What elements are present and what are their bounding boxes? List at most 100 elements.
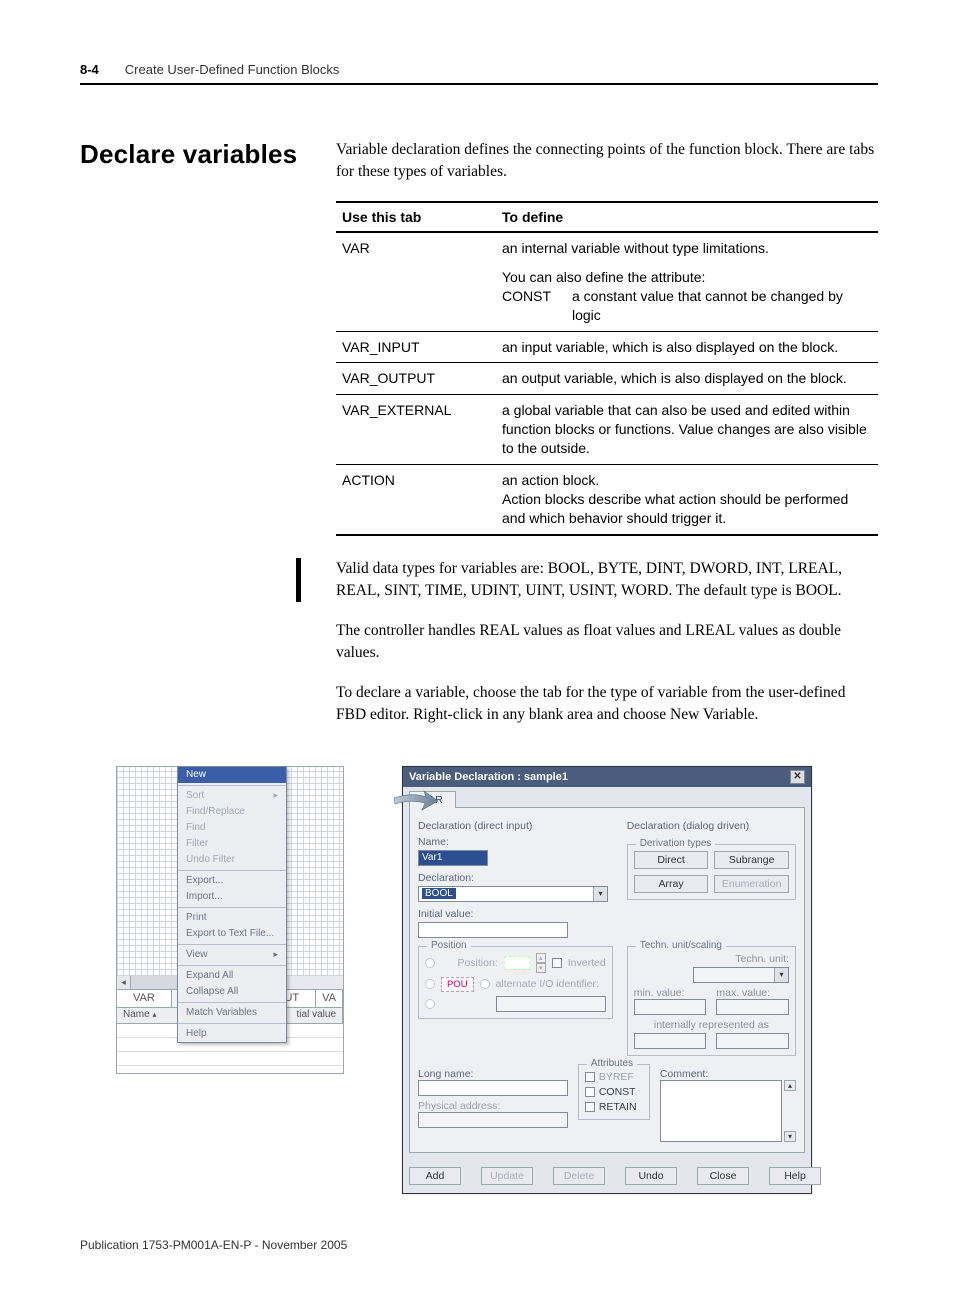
menu-sort[interactable]: Sort bbox=[178, 788, 286, 804]
help-button[interactable]: Help bbox=[769, 1167, 821, 1185]
alternate-io-field[interactable] bbox=[496, 996, 606, 1012]
dialog-title: Variable Declaration : sample1 bbox=[409, 771, 568, 783]
tab-va[interactable]: VA bbox=[316, 990, 343, 1007]
cell-tab: VAR_OUTPUT bbox=[336, 363, 496, 395]
table-row: VAR_OUTPUT an output variable, which is … bbox=[336, 363, 878, 395]
context-menu: New Sort Find/Replace Find Filter Undo F… bbox=[177, 766, 287, 1043]
max-value-field[interactable] bbox=[716, 999, 789, 1015]
datatypes-paragraph: Valid data types for variables are: BOOL… bbox=[336, 558, 878, 602]
enumeration-button[interactable]: Enumeration bbox=[714, 875, 789, 893]
publication-footer: Publication 1753-PM001A-EN-P - November … bbox=[80, 1238, 878, 1252]
menu-find-replace[interactable]: Find/Replace bbox=[178, 804, 286, 820]
cell-def: an internal variable without type limita… bbox=[496, 232, 878, 331]
name-field[interactable]: Var1 bbox=[418, 850, 488, 866]
table-row: VAR_EXTERNAL a global variable that can … bbox=[336, 395, 878, 465]
update-button[interactable]: Update bbox=[481, 1167, 533, 1185]
subrange-button[interactable]: Subrange bbox=[714, 851, 789, 869]
retain-label: RETAIN bbox=[599, 1101, 637, 1113]
internal-rep-field-2[interactable] bbox=[716, 1033, 789, 1049]
table-row: VAR_INPUT an input variable, which is al… bbox=[336, 331, 878, 363]
physical-address-field[interactable] bbox=[418, 1112, 568, 1128]
long-name-field[interactable] bbox=[418, 1080, 568, 1096]
byref-label: BYREF bbox=[599, 1071, 634, 1083]
min-value-label: min. value: bbox=[634, 987, 707, 999]
howto-paragraph: To declare a variable, choose the tab fo… bbox=[336, 682, 878, 726]
stepper-down-icon[interactable]: ▾ bbox=[536, 963, 546, 973]
menu-view[interactable]: View bbox=[178, 947, 286, 963]
editor-context-screenshot: New Sort Find/Replace Find Filter Undo F… bbox=[116, 766, 344, 1074]
chapter-title: Create User-Defined Function Blocks bbox=[125, 62, 340, 77]
position-radio-pou[interactable] bbox=[425, 979, 435, 989]
menu-import[interactable]: Import... bbox=[178, 889, 286, 905]
tab-var[interactable]: VAR bbox=[117, 990, 172, 1007]
initial-value-field[interactable] bbox=[418, 922, 568, 938]
table-row: VAR an internal variable without type li… bbox=[336, 232, 878, 331]
header-rule bbox=[80, 83, 878, 85]
th-to-define: To define bbox=[496, 202, 878, 232]
close-icon[interactable]: ✕ bbox=[790, 770, 805, 784]
menu-expand-all[interactable]: Expand All bbox=[178, 968, 286, 984]
close-button[interactable]: Close bbox=[697, 1167, 749, 1185]
editor-canvas[interactable]: New Sort Find/Replace Find Filter Undo F… bbox=[116, 766, 344, 976]
delete-button[interactable]: Delete bbox=[553, 1167, 605, 1185]
position-radio-bottom[interactable] bbox=[425, 999, 435, 1009]
pou-label: POU bbox=[441, 977, 474, 992]
table-row: ACTION an action block. Action blocks de… bbox=[336, 465, 878, 535]
scroll-left-icon[interactable]: ◂ bbox=[117, 976, 131, 989]
menu-export-text[interactable]: Export to Text File... bbox=[178, 926, 286, 942]
initial-value-label: Initial value: bbox=[418, 908, 613, 920]
direct-button[interactable]: Direct bbox=[634, 851, 709, 869]
menu-export[interactable]: Export... bbox=[178, 873, 286, 889]
add-button[interactable]: Add bbox=[409, 1167, 461, 1185]
min-value-field[interactable] bbox=[634, 999, 707, 1015]
position-group-label: Position bbox=[427, 940, 471, 951]
variable-declaration-dialog: Variable Declaration : sample1 ✕ VAR Dec… bbox=[402, 766, 812, 1194]
section-title: Declare variables bbox=[80, 139, 312, 170]
declaration-label: Declaration: bbox=[418, 872, 613, 884]
stepper-up-icon[interactable]: ▴ bbox=[536, 953, 546, 963]
menu-undo-filter[interactable]: Undo Filter bbox=[178, 852, 286, 868]
cell-def: an action block. Action blocks describe … bbox=[496, 465, 878, 535]
const-checkbox[interactable] bbox=[585, 1087, 595, 1097]
cell-tab: ACTION bbox=[336, 465, 496, 535]
col-name[interactable]: Name ▴ bbox=[117, 1008, 179, 1023]
retain-checkbox[interactable] bbox=[585, 1102, 595, 1112]
declaration-select[interactable]: BOOL ▾ bbox=[418, 886, 608, 902]
alternate-io-label: alternate I/O identifier: bbox=[496, 978, 599, 990]
position-radio-top[interactable] bbox=[425, 958, 435, 968]
menu-match-variables[interactable]: Match Variables bbox=[178, 1005, 286, 1021]
techn-unit-label: Techn. unit: bbox=[634, 953, 789, 965]
decl-dialog-label: Declaration (dialog driven) bbox=[627, 820, 796, 832]
menu-print[interactable]: Print bbox=[178, 910, 286, 926]
undo-button[interactable]: Undo bbox=[625, 1167, 677, 1185]
array-button[interactable]: Array bbox=[634, 875, 709, 893]
menu-new[interactable]: New bbox=[178, 767, 286, 783]
dialog-footer: Add Update Delete Undo Close Help bbox=[403, 1159, 811, 1193]
techn-unit-select[interactable]: ▾ bbox=[693, 967, 789, 983]
intro-paragraph: Variable declaration defines the connect… bbox=[336, 139, 878, 183]
internal-rep-field-1[interactable] bbox=[634, 1033, 707, 1049]
position-radio-alt[interactable] bbox=[480, 979, 490, 989]
menu-help[interactable]: Help bbox=[178, 1026, 286, 1042]
chevron-down-icon[interactable]: ▾ bbox=[593, 887, 607, 901]
comment-field[interactable] bbox=[660, 1080, 782, 1142]
scroll-up-icon[interactable]: ▴ bbox=[784, 1080, 796, 1091]
const-label: CONST bbox=[599, 1086, 636, 1098]
cell-tab: VAR bbox=[336, 232, 496, 331]
inverted-label: Inverted bbox=[568, 957, 606, 969]
chevron-down-icon[interactable]: ▾ bbox=[774, 968, 788, 982]
byref-checkbox[interactable] bbox=[585, 1072, 595, 1082]
menu-filter[interactable]: Filter bbox=[178, 836, 286, 852]
menu-find[interactable]: Find bbox=[178, 820, 286, 836]
inverted-checkbox[interactable] bbox=[552, 958, 562, 968]
page-header: 8-4 Create User-Defined Function Blocks bbox=[80, 62, 878, 77]
attributes-group-label: Attributes bbox=[587, 1058, 637, 1069]
cell-def: an output variable, which is also displa… bbox=[496, 363, 878, 395]
cell-tab: VAR_INPUT bbox=[336, 331, 496, 363]
dialog-titlebar[interactable]: Variable Declaration : sample1 ✕ bbox=[403, 767, 811, 787]
menu-collapse-all[interactable]: Collapse All bbox=[178, 984, 286, 1000]
cell-tab: VAR_EXTERNAL bbox=[336, 395, 496, 465]
name-label: Name: bbox=[418, 836, 613, 848]
position-stepper[interactable] bbox=[504, 956, 530, 970]
scroll-down-icon[interactable]: ▾ bbox=[784, 1131, 796, 1142]
